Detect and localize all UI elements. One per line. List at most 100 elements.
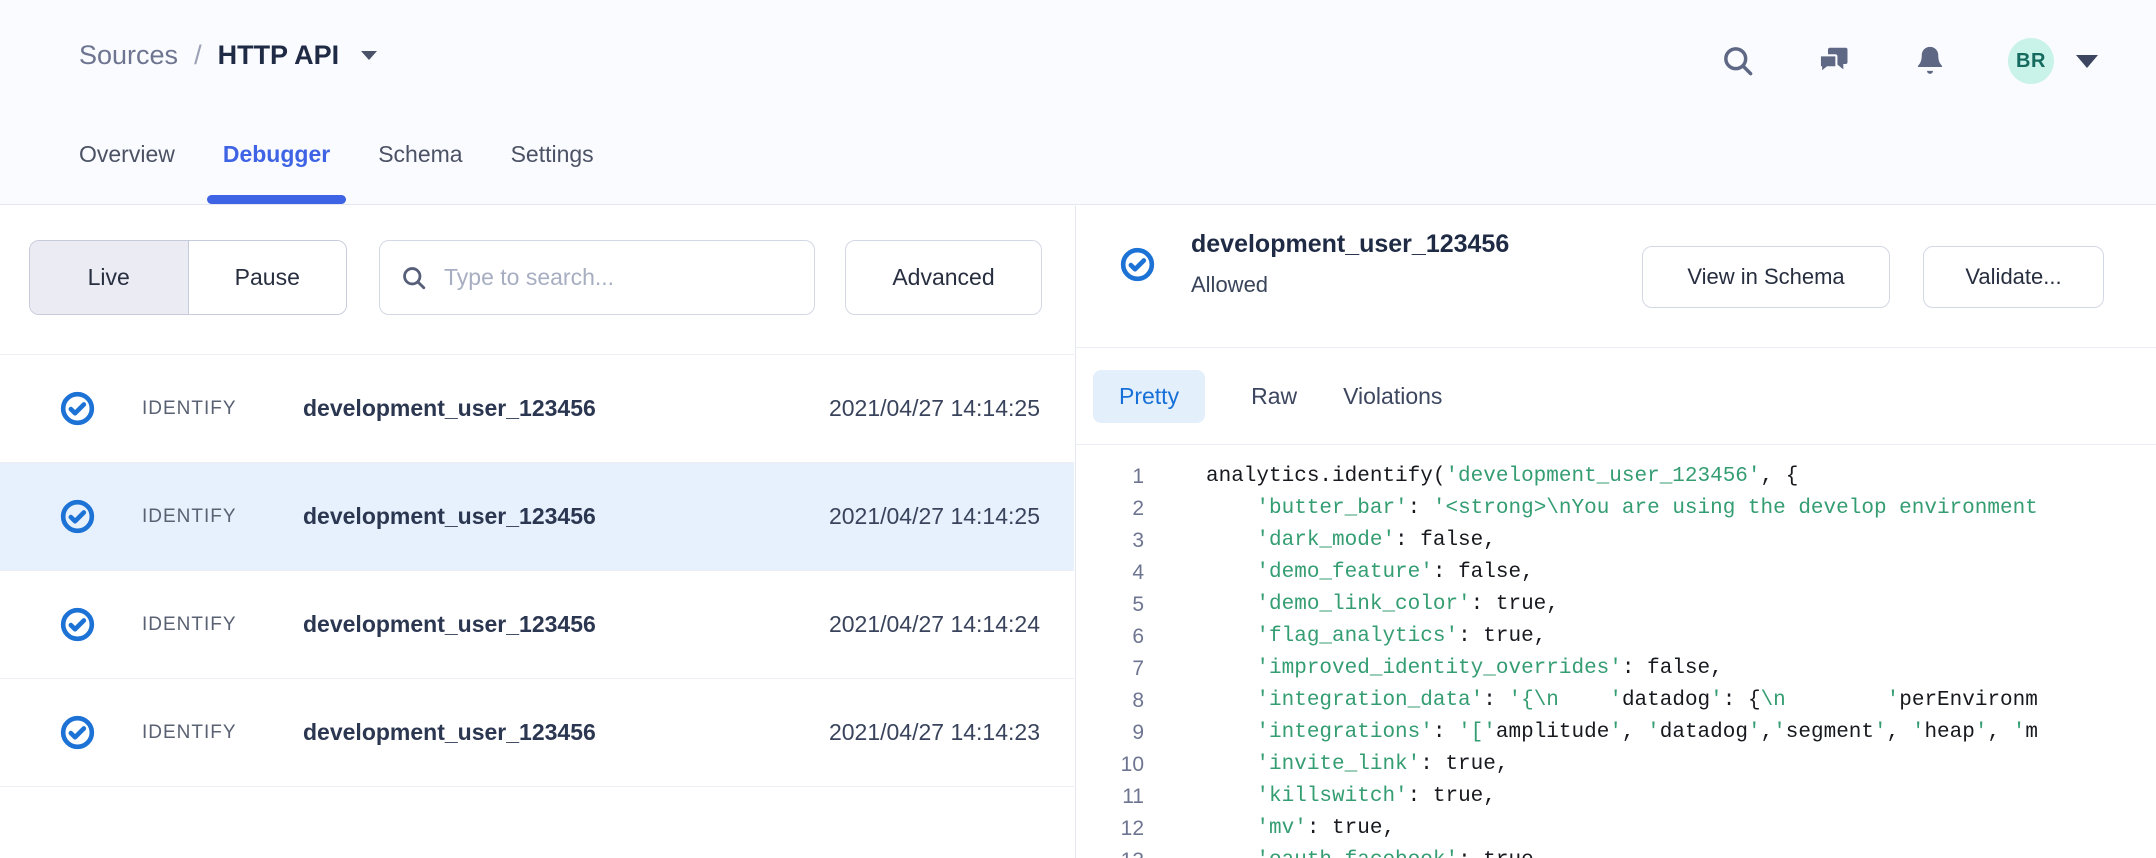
breadcrumb: Sources / HTTP API: [79, 40, 377, 71]
code-content: 'flag_analytics': true,: [1206, 621, 1546, 653]
code-segment: [1206, 625, 1256, 648]
stream-controls: Live Pause Advanced: [29, 240, 1042, 315]
avatar[interactable]: BR: [2008, 38, 2054, 84]
tab-overview[interactable]: Overview: [79, 141, 175, 204]
detail-title: development_user_123456: [1191, 230, 1509, 259]
code-viewer[interactable]: 1 analytics.identify('development_user_1…: [1076, 445, 2156, 858]
code-content: 'killswitch': true,: [1206, 781, 1496, 813]
code-segment: [1559, 689, 1609, 712]
code-segment: '[': [1458, 721, 1496, 744]
code-segment: ,: [1622, 721, 1647, 744]
event-row[interactable]: IDENTIFY development_user_123456 2021/04…: [0, 355, 1074, 463]
search-input[interactable]: [444, 264, 794, 291]
code-segment: [1206, 497, 1256, 520]
event-type-label: IDENTIFY: [142, 722, 237, 744]
code-content: 'mv': true,: [1206, 813, 1395, 845]
code-segment: ': [1874, 721, 1887, 744]
status-check-icon: [59, 498, 96, 535]
pause-button[interactable]: Pause: [189, 241, 347, 314]
bell-icon[interactable]: [1912, 43, 1948, 79]
event-list: IDENTIFY development_user_123456 2021/04…: [0, 354, 1074, 787]
event-search: [379, 240, 815, 315]
top-header: Sources / HTTP API BR: [0, 0, 2156, 205]
line-number: 12: [1076, 813, 1144, 845]
code-segment: 'oauth_facebook': [1256, 849, 1458, 858]
event-name: development_user_123456: [303, 503, 596, 530]
code-segment: analytics.identify(: [1206, 465, 1445, 488]
chat-icon[interactable]: [1816, 43, 1852, 79]
code-content: analytics.identify('development_user_123…: [1206, 461, 1798, 493]
code-segment: [1206, 785, 1256, 808]
code-segment: \n: [1761, 689, 1786, 712]
line-number: 1: [1076, 461, 1144, 493]
event-row[interactable]: IDENTIFY development_user_123456 2021/04…: [0, 463, 1074, 571]
code-segment: 'butter_bar': [1256, 497, 1407, 520]
validate-button[interactable]: Validate...: [1923, 246, 2104, 308]
breadcrumb-parent[interactable]: Sources: [79, 40, 178, 71]
detail-header: development_user_123456 Allowed View in …: [1076, 206, 2156, 348]
code-line: 10 'invite_link': true,: [1076, 749, 2156, 781]
line-number: 2: [1076, 493, 1144, 525]
source-dropdown-caret-icon[interactable]: [361, 51, 377, 60]
code-line: 12 'mv': true,: [1076, 813, 2156, 845]
code-segment: 'integrations': [1256, 721, 1432, 744]
tab-schema[interactable]: Schema: [378, 141, 462, 204]
event-type-label: IDENTIFY: [142, 614, 237, 636]
code-line: 11 'killswitch': true,: [1076, 781, 2156, 813]
code-segment: 'mv': [1256, 817, 1306, 840]
search-icon[interactable]: [1720, 43, 1756, 79]
tab-settings[interactable]: Settings: [511, 141, 594, 204]
code-segment: : false,: [1622, 657, 1723, 680]
line-number: 7: [1076, 653, 1144, 685]
code-segment: :: [1408, 497, 1433, 520]
code-content: 'invite_link': true,: [1206, 749, 1508, 781]
code-segment: : true,: [1408, 785, 1496, 808]
code-segment: [1786, 689, 1887, 712]
tab-pretty[interactable]: Pretty: [1093, 370, 1205, 423]
code-content: 'butter_bar': '<strong>\nYou are using t…: [1206, 493, 2038, 525]
breadcrumb-current: HTTP API: [218, 40, 340, 71]
detail-tabs: Pretty Raw Violations: [1076, 348, 2156, 445]
code-segment: ,: [1761, 721, 1774, 744]
event-row[interactable]: IDENTIFY development_user_123456 2021/04…: [0, 571, 1074, 679]
nav-tabs: Overview Debugger Schema Settings: [79, 141, 594, 204]
line-number: 10: [1076, 749, 1144, 781]
code-segment: m: [2025, 721, 2038, 744]
detail-status: Allowed: [1191, 272, 1268, 298]
profile-menu[interactable]: BR: [2008, 38, 2098, 84]
event-type-label: IDENTIFY: [142, 506, 237, 528]
code-segment: ,: [1987, 721, 2012, 744]
view-in-schema-button[interactable]: View in Schema: [1642, 246, 1890, 308]
code-segment: : true: [1458, 849, 1534, 858]
profile-caret-icon[interactable]: [2076, 55, 2098, 68]
code-segment: : true,: [1307, 817, 1395, 840]
code-segment: [1206, 753, 1256, 776]
code-content: 'demo_feature': false,: [1206, 557, 1534, 589]
active-tab-underline: [207, 195, 346, 204]
code-line: 1 analytics.identify('development_user_1…: [1076, 461, 2156, 493]
code-segment: : true,: [1471, 593, 1559, 616]
tab-debugger[interactable]: Debugger: [223, 141, 330, 204]
code-segment: ': [2013, 721, 2026, 744]
event-timestamp: 2021/04/27 14:14:23: [829, 719, 1040, 746]
event-row[interactable]: IDENTIFY development_user_123456 2021/04…: [0, 679, 1074, 787]
code-segment: , {: [1761, 465, 1799, 488]
line-number: 5: [1076, 589, 1144, 621]
status-check-icon: [59, 714, 96, 751]
code-segment: ': [1609, 689, 1622, 712]
header-actions: BR: [1720, 36, 2098, 86]
code-content: 'dark_mode': false,: [1206, 525, 1496, 557]
event-timestamp: 2021/04/27 14:14:24: [829, 611, 1040, 638]
line-number: 3: [1076, 525, 1144, 557]
status-check-icon: [59, 390, 96, 427]
code-segment: [1206, 529, 1256, 552]
tab-violations[interactable]: Violations: [1343, 370, 1442, 423]
live-button[interactable]: Live: [30, 241, 189, 314]
tab-raw[interactable]: Raw: [1251, 370, 1297, 423]
advanced-button[interactable]: Advanced: [845, 240, 1042, 315]
code-segment: 'demo_link_color': [1256, 593, 1470, 616]
code-segment: : true,: [1458, 625, 1546, 648]
code-line: 7 'improved_identity_overrides': false,: [1076, 653, 2156, 685]
code-segment: ': [1912, 721, 1925, 744]
line-number: 9: [1076, 717, 1144, 749]
